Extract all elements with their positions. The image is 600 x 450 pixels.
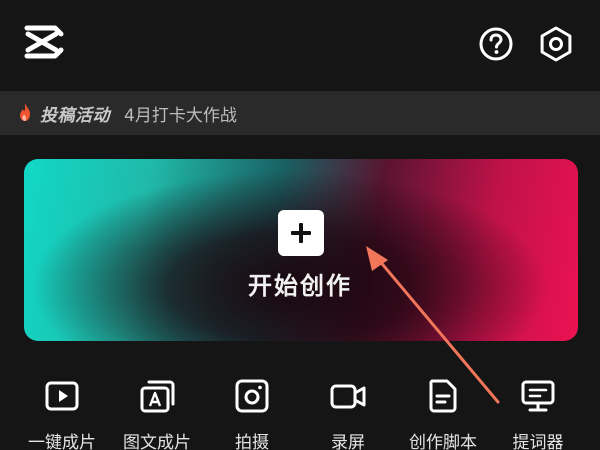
event-title: 4月打卡大作战 (124, 105, 237, 126)
screen-record-icon (330, 384, 366, 409)
start-creation-label: 开始创作 (248, 272, 352, 300)
tool-one-click-video[interactable]: 一键成片 (14, 378, 110, 450)
event-label: 投稿活动 (40, 105, 110, 126)
plus-icon[interactable] (278, 210, 324, 256)
tool-camera[interactable]: 拍摄 (204, 378, 300, 450)
flame-icon (20, 103, 30, 121)
event-banner[interactable]: 投稿活动 4月打卡大作战 (0, 91, 600, 135)
camera-icon (235, 379, 269, 413)
tool-teleprompter[interactable]: 提词器 (490, 378, 586, 450)
tool-text-to-video[interactable]: 图文成片 (109, 378, 205, 450)
help-icon[interactable] (476, 24, 516, 64)
teleprompter-icon (521, 380, 555, 412)
tool-creation-script[interactable]: 创作脚本 (395, 378, 491, 450)
tool-label: 图文成片 (123, 433, 191, 450)
capcut-logo-icon (24, 25, 64, 59)
tool-label: 拍摄 (235, 433, 269, 450)
tool-label: 提词器 (512, 433, 564, 450)
home-screen: 投稿活动 4月打卡大作战 开始创作 一键成片 图文成片 拍摄 录屏 创作脚本 提… (0, 0, 600, 450)
settings-icon[interactable] (536, 24, 576, 64)
play-video-icon (45, 381, 79, 411)
tool-label: 创作脚本 (409, 433, 477, 450)
tool-label: 一键成片 (28, 433, 96, 450)
script-icon (429, 379, 457, 413)
tool-label: 录屏 (331, 433, 365, 450)
tool-screen-record[interactable]: 录屏 (300, 378, 396, 450)
text-to-video-icon (140, 380, 175, 413)
